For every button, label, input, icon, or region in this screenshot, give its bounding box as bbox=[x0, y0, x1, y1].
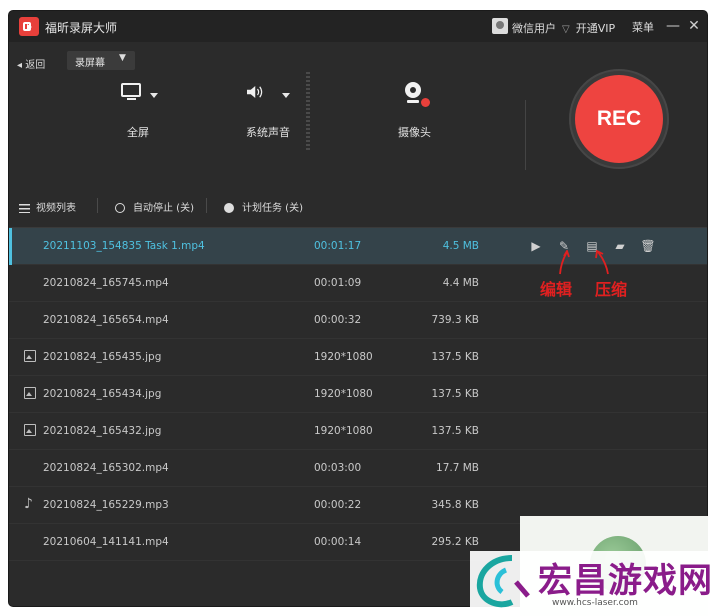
speaker-icon bbox=[247, 86, 263, 98]
image-file-icon bbox=[24, 350, 36, 362]
file-resolution: 1920*1080 bbox=[314, 388, 373, 400]
file-size: 137.5 KB bbox=[431, 351, 480, 363]
alarm-icon bbox=[115, 203, 125, 213]
image-file-icon bbox=[24, 424, 36, 436]
file-size: 137.5 KB bbox=[431, 425, 480, 437]
chevron-down-icon bbox=[150, 93, 158, 98]
clock-icon bbox=[224, 203, 234, 213]
divider bbox=[206, 198, 207, 213]
file-size: 295.2 KB bbox=[431, 536, 480, 548]
webcam-icon bbox=[405, 82, 421, 98]
watermark-logo-icon bbox=[476, 555, 530, 608]
divider bbox=[525, 100, 526, 170]
vip-label: 开通VIP bbox=[575, 22, 616, 35]
avatar bbox=[492, 18, 508, 34]
chevron-down-icon: ▼ bbox=[119, 53, 126, 63]
divider bbox=[306, 72, 310, 152]
trash-icon[interactable]: 🗑 bbox=[640, 238, 656, 254]
tab-video-list[interactable]: 视频列表 bbox=[19, 199, 76, 214]
fullscreen-label: 全屏 bbox=[127, 126, 149, 139]
user-name: 微信用户 bbox=[512, 22, 556, 35]
vip-button[interactable]: ▽ 开通VIP bbox=[562, 20, 615, 36]
chevron-down-icon bbox=[282, 93, 290, 98]
mode-select-value: 录屏幕 bbox=[75, 58, 105, 69]
file-duration: 00:01:17 bbox=[314, 240, 362, 252]
annotation-arrow-edit bbox=[559, 250, 570, 275]
close-button[interactable]: ✕ bbox=[685, 17, 703, 35]
image-file-icon bbox=[24, 387, 36, 399]
mode-select[interactable]: 录屏幕 ▼ bbox=[67, 51, 135, 70]
file-resolution: 1920*1080 bbox=[314, 351, 373, 363]
file-name: 20210824_165745.mp4 bbox=[43, 277, 169, 289]
tab-scheduled[interactable]: 计划任务 (关) bbox=[224, 199, 303, 214]
file-name: 20210824_165654.mp4 bbox=[43, 314, 169, 326]
folder-icon[interactable]: ▰ bbox=[612, 238, 628, 254]
menu-button[interactable]: 菜单 bbox=[632, 19, 654, 35]
music-note-icon: ♪ bbox=[24, 496, 33, 512]
file-name: 20210824_165435.jpg bbox=[43, 351, 162, 363]
file-size: 17.7 MB bbox=[436, 462, 479, 474]
list-icon bbox=[19, 203, 30, 213]
file-duration: 00:03:00 bbox=[314, 462, 362, 474]
minimize-button[interactable]: — bbox=[664, 17, 682, 35]
file-duration: 00:00:22 bbox=[314, 499, 362, 511]
file-name: 20210604_141141.mp4 bbox=[43, 536, 169, 548]
file-size: 137.5 KB bbox=[431, 388, 480, 400]
title-bar: 福昕录屏大师 微信用户 ▽ 开通VIP 菜单 — ✕ bbox=[9, 11, 707, 42]
file-size: 345.8 KB bbox=[431, 499, 480, 511]
divider bbox=[97, 198, 98, 213]
file-duration: 00:00:14 bbox=[314, 536, 362, 548]
file-name: 20210824_165302.mp4 bbox=[43, 462, 169, 474]
file-size: 4.4 MB bbox=[442, 277, 479, 289]
tab-label: 视频列表 bbox=[36, 203, 76, 214]
annotation-edit: 编辑 bbox=[540, 280, 573, 299]
system-audio-label: 系统声音 bbox=[246, 126, 290, 139]
webcam-label: 摄像头 bbox=[398, 126, 431, 139]
list-item[interactable]: 20210824_165435.jpg 1920*1080 137.5 KB bbox=[9, 339, 707, 376]
record-controls: ◂ 返回 录屏幕 ▼ 全屏 系统声音 摄像头 REC bbox=[9, 42, 707, 186]
file-duration: 00:01:09 bbox=[314, 277, 362, 289]
back-button[interactable]: ◂ 返回 bbox=[17, 56, 45, 71]
watermark-text: 宏昌游戏网 bbox=[538, 561, 713, 601]
monitor-stand bbox=[127, 98, 136, 100]
watermark-url: www.hcs-laser.com bbox=[552, 598, 638, 608]
webcam-off-badge bbox=[421, 98, 430, 107]
list-toolbar: 视频列表 自动停止 (关) 计划任务 (关) bbox=[9, 185, 707, 228]
play-icon[interactable]: ▶ bbox=[528, 238, 544, 254]
chevron-down-icon: ▽ bbox=[562, 24, 570, 35]
file-resolution: 1920*1080 bbox=[314, 425, 373, 437]
monitor-icon bbox=[121, 83, 141, 97]
list-item[interactable]: 20210824_165432.jpg 1920*1080 137.5 KB bbox=[9, 413, 707, 450]
file-name: 20211103_154835 Task 1.mp4 bbox=[43, 240, 205, 252]
file-size: 739.3 KB bbox=[431, 314, 480, 326]
file-size: 4.5 MB bbox=[442, 240, 479, 252]
app-title: 福昕录屏大师 bbox=[45, 21, 118, 35]
file-duration: 00:00:32 bbox=[314, 314, 362, 326]
annotation-compress: 压缩 bbox=[595, 280, 628, 299]
list-item[interactable]: 20210824_165654.mp4 00:00:32 739.3 KB bbox=[9, 302, 707, 339]
file-name: 20210824_165229.mp3 bbox=[43, 499, 169, 511]
webcam-base bbox=[407, 100, 419, 103]
tab-label: 自动停止 (关) bbox=[133, 203, 194, 214]
list-item[interactable]: 20210824_165434.jpg 1920*1080 137.5 KB bbox=[9, 376, 707, 413]
file-name: 20210824_165432.jpg bbox=[43, 425, 162, 437]
tab-auto-stop[interactable]: 自动停止 (关) bbox=[115, 199, 194, 214]
app-logo-icon bbox=[19, 17, 39, 36]
rec-button[interactable]: REC bbox=[575, 75, 663, 163]
annotation-arrow-compress bbox=[595, 250, 609, 275]
list-item[interactable]: 20210824_165302.mp4 00:03:00 17.7 MB bbox=[9, 450, 707, 487]
file-name: 20210824_165434.jpg bbox=[43, 388, 162, 400]
tab-label: 计划任务 (关) bbox=[242, 203, 303, 214]
